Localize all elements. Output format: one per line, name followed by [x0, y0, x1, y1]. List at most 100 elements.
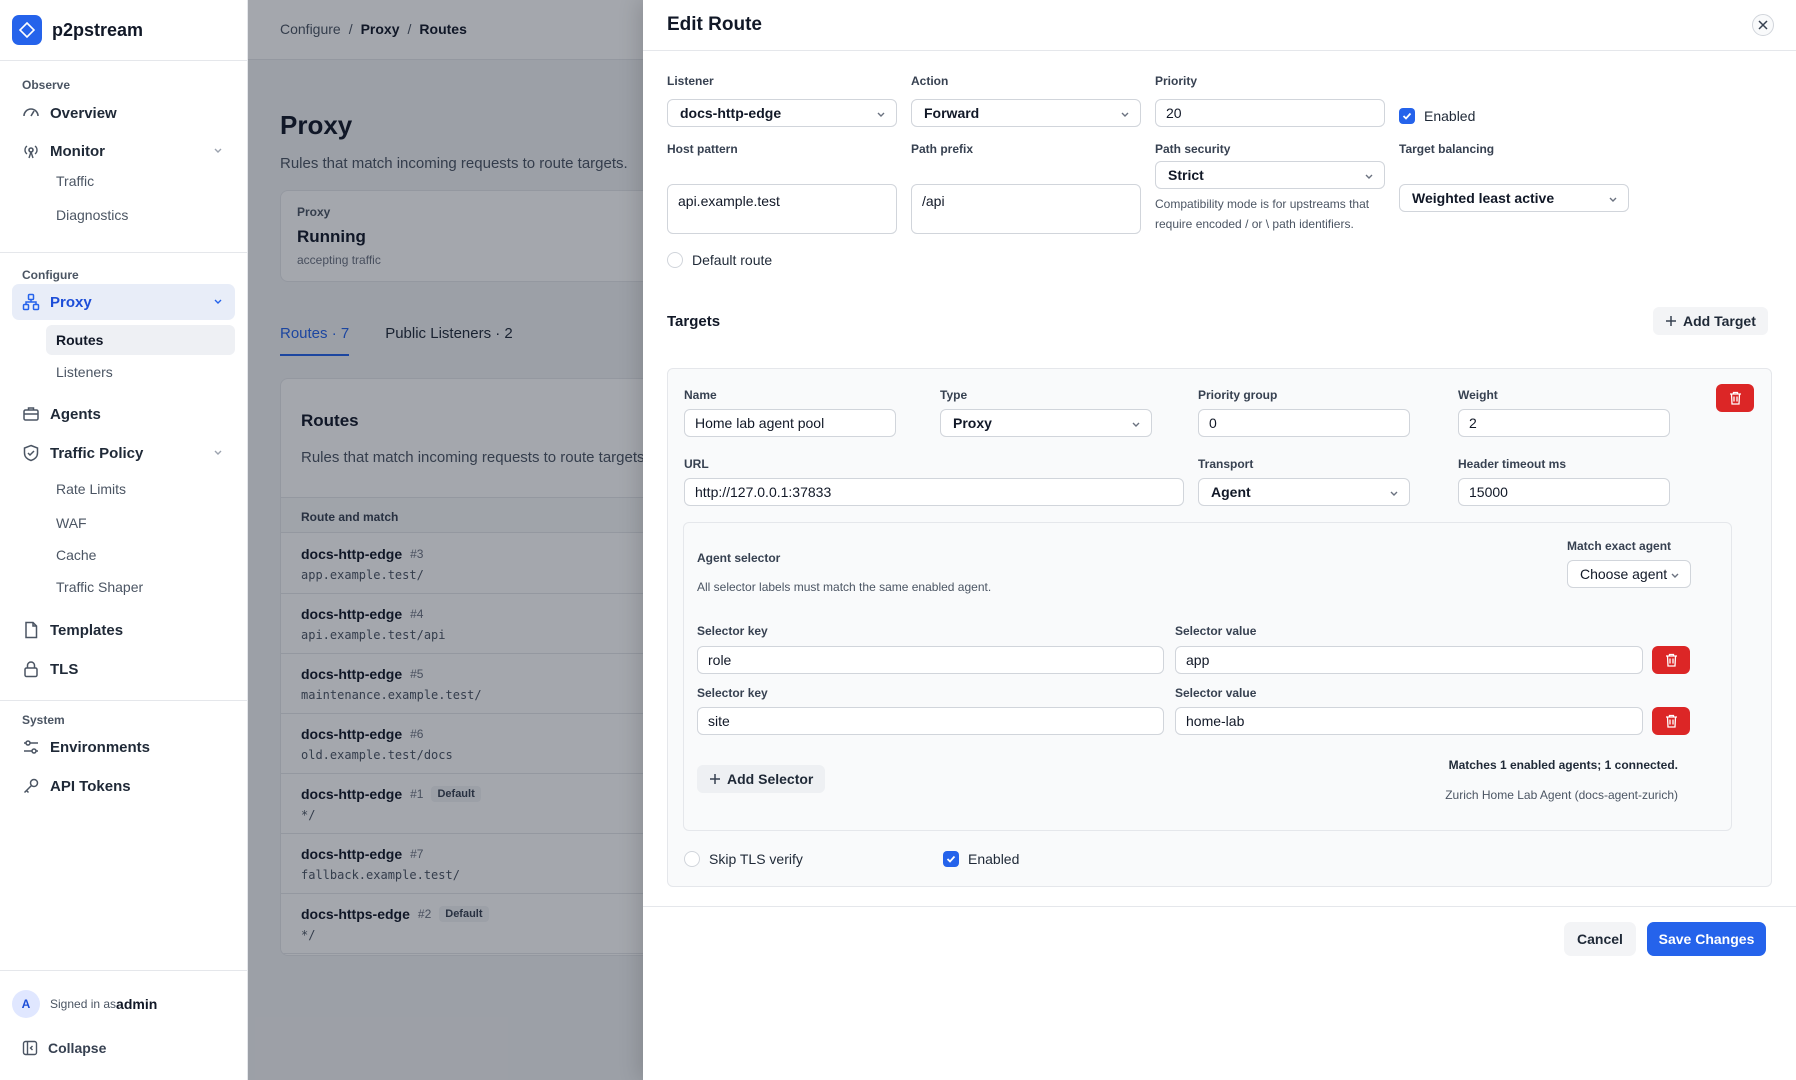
default-route-checkbox[interactable]: Default route: [667, 252, 772, 268]
add-selector-button[interactable]: Add Selector: [697, 765, 826, 793]
target-type-label: Type: [940, 388, 968, 402]
path-security-select[interactable]: Strict: [1155, 161, 1385, 189]
chevron-down-icon: [1609, 197, 1617, 202]
delete-target-button[interactable]: [1716, 384, 1754, 412]
sidebar-divider: [0, 700, 248, 701]
sidebar-item-label: Monitor: [50, 142, 105, 160]
route-enabled-checkbox[interactable]: Enabled: [1399, 108, 1475, 124]
target-enabled-label: Enabled: [968, 851, 1020, 867]
target-enabled-checkbox[interactable]: Enabled: [943, 851, 1019, 867]
priority-group-input[interactable]: 0: [1198, 409, 1410, 437]
save-changes-button[interactable]: Save Changes: [1647, 922, 1766, 956]
sidebar-item-agents[interactable]: Agents: [12, 396, 235, 432]
selector-key-label: Selector key: [697, 686, 768, 700]
trash-icon: [1729, 391, 1741, 405]
action-label: Action: [911, 74, 949, 88]
sidebar-item-traffic-policy[interactable]: Traffic Policy: [12, 435, 235, 471]
sidebar-subitem-diagnostics[interactable]: Diagnostics: [46, 200, 235, 230]
match-exact-agent-select[interactable]: Choose agent: [1567, 560, 1691, 588]
trash-icon: [1665, 653, 1677, 667]
chevron-down-icon: [214, 299, 222, 304]
listener-label: Listener: [667, 74, 714, 88]
sidebar-subitem-waf[interactable]: WAF: [46, 508, 235, 538]
target-balancing-label: Target balancing: [1399, 142, 1495, 156]
chevron-down-icon: [1365, 174, 1373, 179]
sidebar-collapse-icon: [22, 1040, 38, 1056]
sidebar-subitem-cache[interactable]: Cache: [46, 540, 235, 570]
listener-select[interactable]: docs-http-edge: [667, 99, 897, 127]
network-icon: [22, 293, 40, 311]
sidebar: p2pstream Observe Overview Monitor Traff…: [0, 0, 248, 1080]
target-name-input[interactable]: Home lab agent pool: [684, 409, 896, 437]
sidebar-divider: [0, 970, 248, 971]
path-security-value: Strict: [1168, 167, 1204, 183]
close-button[interactable]: [1752, 14, 1774, 36]
target-type-select[interactable]: Proxy: [940, 409, 1152, 437]
brand[interactable]: p2pstream: [12, 15, 143, 45]
transport-select[interactable]: Agent: [1198, 478, 1410, 506]
sidebar-subitem-rate-limits[interactable]: Rate Limits: [46, 474, 235, 504]
selector-value-input[interactable]: app: [1175, 646, 1643, 674]
path-prefix-input[interactable]: /api: [911, 184, 1141, 234]
target-name-label: Name: [684, 388, 717, 402]
checkbox-unchecked-icon: [667, 252, 683, 268]
sliders-icon: [24, 740, 38, 754]
selector-value-label: Selector value: [1175, 624, 1257, 638]
sidebar-item-label: Agents: [50, 405, 101, 423]
chevron-down-icon: [877, 112, 885, 117]
sidebar-subitem-traffic-shaper[interactable]: Traffic Shaper: [46, 572, 235, 602]
sidebar-item-overview[interactable]: Overview: [12, 95, 235, 131]
sidebar-item-environments[interactable]: Environments: [12, 729, 235, 765]
agent-selector-title: Agent selector: [697, 551, 781, 565]
sidebar-subitem-traffic[interactable]: Traffic: [46, 166, 235, 196]
selector-value-input[interactable]: home-lab: [1175, 707, 1643, 735]
sidebar-item-label: Overview: [50, 104, 117, 122]
path-security-hint: Compatibility mode is for upstreams that…: [1155, 197, 1370, 231]
priority-input[interactable]: 20: [1155, 99, 1385, 127]
sidebar-divider: [0, 252, 248, 253]
sidebar-item-tls[interactable]: TLS: [12, 651, 235, 687]
checkbox-checked-icon: [943, 851, 959, 867]
user-name: admin: [116, 996, 158, 1012]
sidebar-item-label: Templates: [50, 621, 124, 639]
sidebar-item-label: API Tokens: [50, 777, 131, 795]
sidebar-item-api-tokens[interactable]: API Tokens: [12, 768, 235, 804]
selector-value-label: Selector value: [1175, 686, 1257, 700]
sidebar-group-observe: Observe: [22, 78, 71, 92]
action-value: Forward: [924, 105, 980, 121]
panel-header: Edit Route: [643, 0, 1796, 51]
add-target-button[interactable]: Add Target: [1653, 307, 1768, 335]
panel-title: Edit Route: [667, 14, 762, 35]
priority-label: Priority: [1155, 74, 1198, 88]
brand-name: p2pstream: [52, 19, 144, 40]
target-balancing-select[interactable]: Weighted least active: [1399, 184, 1629, 212]
weight-input[interactable]: 2: [1458, 409, 1670, 437]
header-timeout-input[interactable]: 15000: [1458, 478, 1670, 506]
sidebar-subitem-routes[interactable]: Routes: [46, 325, 235, 355]
transport-label: Transport: [1198, 457, 1254, 471]
signed-in-user[interactable]: A Signed in as admin: [12, 990, 157, 1018]
selector-key-input[interactable]: site: [697, 707, 1164, 735]
host-pattern-input[interactable]: api.example.test: [667, 184, 897, 234]
selector-key-input[interactable]: role: [697, 646, 1164, 674]
sidebar-item-templates[interactable]: Templates: [12, 612, 235, 648]
path-security-label: Path security: [1155, 142, 1231, 156]
default-route-label: Default route: [692, 252, 773, 268]
chevron-down-icon: [1390, 491, 1398, 496]
sidebar-item-proxy[interactable]: Proxy: [12, 284, 235, 320]
url-input[interactable]: http://127.0.0.1:37833: [684, 478, 1184, 506]
checkbox-unchecked-icon: [684, 851, 700, 867]
cancel-button[interactable]: Cancel: [1564, 922, 1636, 956]
sidebar-subitem-listeners[interactable]: Listeners: [46, 357, 235, 387]
sidebar-group-configure: Configure: [22, 268, 79, 282]
sidebar-item-monitor[interactable]: Monitor: [12, 133, 235, 169]
match-exact-agent-label: Match exact agent: [1567, 539, 1672, 553]
gauge-icon: [23, 108, 39, 117]
skip-tls-verify-checkbox[interactable]: Skip TLS verify: [684, 851, 803, 867]
delete-selector-button[interactable]: [1652, 707, 1690, 735]
checkbox-checked-icon: [1399, 108, 1415, 124]
collapse-button[interactable]: Collapse: [22, 1040, 106, 1056]
action-select[interactable]: Forward: [911, 99, 1141, 127]
delete-selector-button[interactable]: [1652, 646, 1690, 674]
host-pattern-label: Host pattern: [667, 142, 738, 156]
